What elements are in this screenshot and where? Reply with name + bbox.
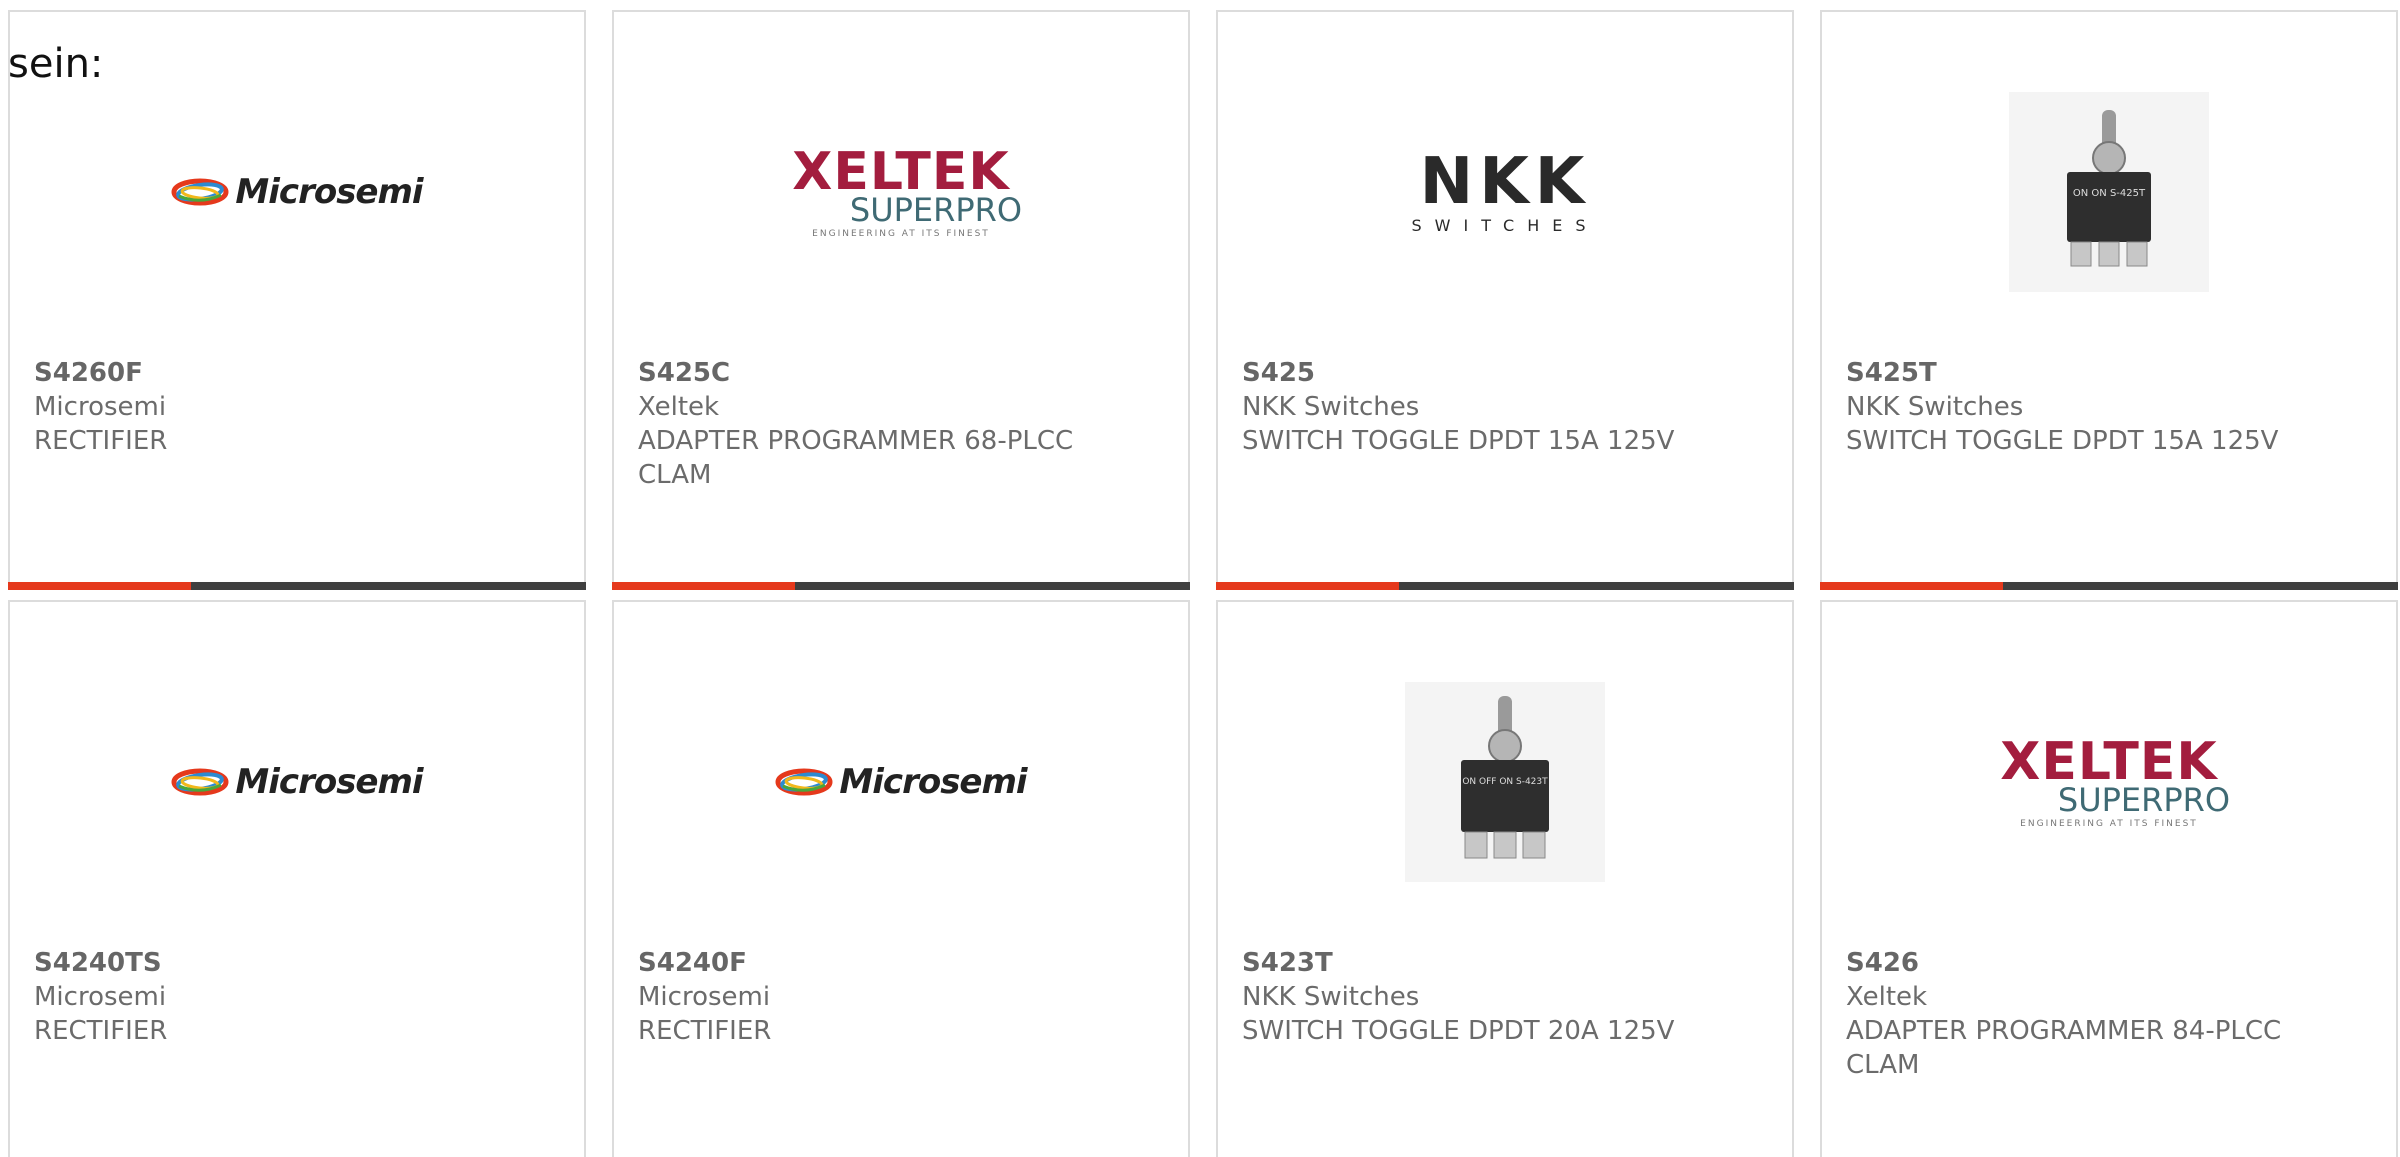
manufacturer: NKK Switches	[1846, 392, 2024, 422]
card-accent-bar	[8, 582, 191, 590]
product-info: S423T NKK Switches SWITCH TOGGLE DPDT 20…	[1242, 946, 1692, 1048]
product-card[interactable]: XELTEK SUPERPRO ENGINEERING AT ITS FINES…	[1820, 600, 2398, 1157]
card-accent-bar	[612, 582, 795, 590]
description: RECTIFIER	[638, 1016, 772, 1046]
manufacturer: Microsemi	[638, 982, 771, 1012]
card-footer-bar	[8, 582, 586, 590]
product-info: S4240TS Microsemi RECTIFIER	[34, 946, 484, 1048]
part-number: S4260F	[34, 358, 143, 388]
product-card[interactable]: NKK SWITCHES S425 NKK Switches SWITCH TO…	[1216, 10, 1794, 590]
description: SWITCH TOGGLE DPDT 20A 125V	[1242, 1016, 1675, 1046]
part-number: S423T	[1242, 948, 1333, 978]
part-number: S426	[1846, 948, 1919, 978]
xeltek-logo: XELTEK SUPERPRO ENGINEERING AT ITS FINES…	[2000, 731, 2231, 829]
part-number: S425C	[638, 358, 731, 388]
card-footer-bar	[1216, 582, 1794, 590]
manufacturer: Xeltek	[638, 392, 720, 422]
product-card[interactable]: Microsemi S4240TS Microsemi RECTIFIER	[8, 600, 586, 1157]
manufacturer: NKK Switches	[1242, 392, 1420, 422]
product-info: S426 Xeltek ADAPTER PROGRAMMER 84-PLCC C…	[1846, 946, 2296, 1082]
toggle-switch-image: ON ON S-425T	[1822, 72, 2396, 312]
description: SWITCH TOGGLE DPDT 15A 125V	[1846, 426, 2279, 456]
manufacturer: Microsemi	[34, 982, 167, 1012]
product-card[interactable]: ON ON S-425T S425T NKK Switches SWITCH T…	[1820, 10, 2398, 590]
card-footer-bar	[612, 582, 1190, 590]
manufacturer: NKK Switches	[1242, 982, 1420, 1012]
part-number: S425T	[1846, 358, 1937, 388]
description: RECTIFIER	[34, 1016, 168, 1046]
svg-text:ON OFF ON S-423T: ON OFF ON S-423T	[1462, 777, 1548, 787]
description: ADAPTER PROGRAMMER 84-PLCC CLAM	[1846, 1016, 2282, 1080]
product-card[interactable]: Microsemi S4240F Microsemi RECTIFIER	[612, 600, 1190, 1157]
product-info: S4260F Microsemi RECTIFIER	[34, 356, 484, 458]
microsemi-swirl-icon	[775, 768, 833, 796]
description: SWITCH TOGGLE DPDT 15A 125V	[1242, 426, 1675, 456]
part-number: S4240F	[638, 948, 747, 978]
microsemi-logo: Microsemi	[10, 72, 584, 312]
product-info: S425T NKK Switches SWITCH TOGGLE DPDT 15…	[1846, 356, 2296, 458]
part-number: S425	[1242, 358, 1315, 388]
microsemi-swirl-icon	[171, 768, 229, 796]
description: ADAPTER PROGRAMMER 68-PLCC CLAM	[638, 426, 1074, 490]
manufacturer: Microsemi	[34, 392, 167, 422]
card-accent-bar	[1820, 582, 2003, 590]
microsemi-swirl-icon	[171, 178, 229, 206]
product-card[interactable]: ON OFF ON S-423T S423T NKK Switches SWIT…	[1216, 600, 1794, 1157]
nkk-logo: NKK SWITCHES	[1411, 145, 1599, 235]
svg-text:ON ON S-425T: ON ON S-425T	[2073, 188, 2146, 199]
card-accent-bar	[1216, 582, 1399, 590]
product-info: S4240F Microsemi RECTIFIER	[638, 946, 1088, 1048]
toggle-switch-image: ON OFF ON S-423T	[1218, 662, 1792, 902]
part-number: S4240TS	[34, 948, 162, 978]
description: RECTIFIER	[34, 426, 168, 456]
product-card[interactable]: XELTEK SUPERPRO ENGINEERING AT ITS FINES…	[612, 10, 1190, 590]
card-footer-bar	[1820, 582, 2398, 590]
intro-text: sein:	[8, 41, 104, 87]
product-info: S425 NKK Switches SWITCH TOGGLE DPDT 15A…	[1242, 356, 1692, 458]
product-grid-page: sein: Microsemi S4260F Microsemi RECTIFI…	[0, 0, 2400, 1157]
product-card[interactable]: Microsemi S4260F Microsemi RECTIFIER	[8, 10, 586, 590]
manufacturer: Xeltek	[1846, 982, 1928, 1012]
microsemi-logo: Microsemi	[10, 662, 584, 902]
product-info: S425C Xeltek ADAPTER PROGRAMMER 68-PLCC …	[638, 356, 1088, 492]
microsemi-logo: Microsemi	[614, 662, 1188, 902]
xeltek-logo: XELTEK SUPERPRO ENGINEERING AT ITS FINES…	[792, 141, 1023, 239]
